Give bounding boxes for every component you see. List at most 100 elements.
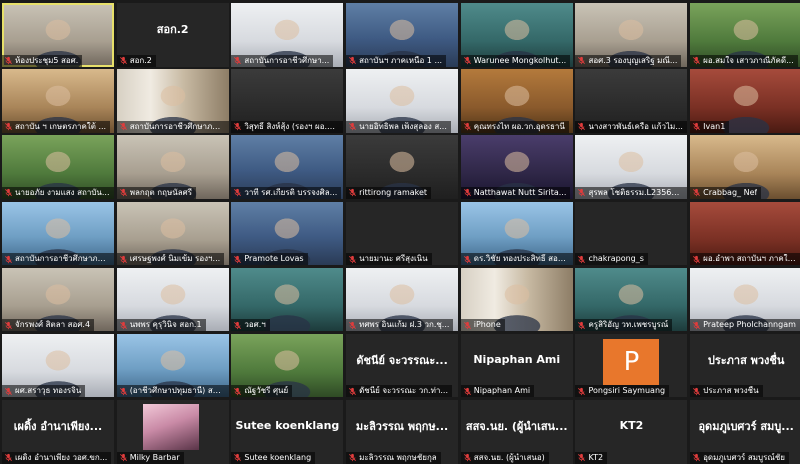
- participant-caption: (อาชีวศึกษาปทุมธานี) สอก.2: [116, 385, 229, 398]
- participant-name: เผดิ้ง อำนาเพียง วอศ.ขก...: [15, 452, 108, 462]
- participant-name: ผศ.สราวุธ ทองรจิน: [15, 386, 82, 396]
- participant-tile[interactable]: นางสาวพันธ์เครือ แก้วไม...: [575, 69, 688, 133]
- participant-tile[interactable]: สถาบันการอาชีวศึกษา...: [231, 3, 344, 67]
- participant-name-display: Nipaphan Ami: [473, 353, 561, 367]
- participant-name: Warunee Mongkolhut...: [473, 55, 567, 65]
- participant-caption: สถาบันการอาชีวศึกษา...: [231, 54, 334, 67]
- participant-caption: Crabbag_ Nef: [690, 186, 762, 199]
- participant-tile[interactable]: ประภาส พวงชื่น ประภาส พวงชื่น: [690, 333, 800, 398]
- participant-tile[interactable]: iPhone: [460, 267, 573, 332]
- participant-tile[interactable]: Sutee koenklang Sutee koenklang: [231, 400, 344, 464]
- participant-name-display: KT2: [619, 419, 644, 433]
- participant-tile[interactable]: Milky Barbar: [116, 400, 229, 464]
- participant-tile[interactable]: นายอิทธิพล เพ็งสุลอง ส...: [346, 69, 459, 133]
- participant-name: Milky Barbar: [129, 452, 180, 462]
- participant-tile[interactable]: KT2 KT2: [575, 400, 688, 464]
- participant-caption: Natthawat Nutt Sirita...: [460, 186, 571, 199]
- participant-caption: คุณทรงไท ผอ.วก.อุดรธานี: [460, 120, 569, 133]
- mic-muted-icon: [233, 255, 242, 264]
- participant-tile[interactable]: ห้องประชุม5 สอศ.: [2, 3, 114, 67]
- participant-tile[interactable]: นายอภัย งามแสง สถาบัน...: [2, 135, 114, 199]
- participant-tile[interactable]: สถาบันการอาชีวศึกษาภาค...: [116, 69, 229, 133]
- participant-tile[interactable]: พลกฤต กฤษนัลศรี: [116, 135, 229, 199]
- participant-tile[interactable]: เศรษฐพงศ์ นิ่มเข้ม รองฯ...: [116, 201, 229, 266]
- participant-tile[interactable]: ผศ.สราวุธ ทองรจิน: [2, 333, 114, 398]
- participant-name: ทศพร อินแก้ม ฝ.3 วก.ชุ...: [359, 320, 450, 330]
- participant-tile[interactable]: นพพร คุรุวินิจ สอก.1: [116, 267, 229, 332]
- participant-caption: นายอิทธิพล เพ็งสุลอง ส...: [346, 120, 451, 133]
- gallery-grid: ห้องประชุม5 สอศ. สอก.2 สอก.2 สถาบันการอาชีว…: [0, 0, 800, 464]
- participant-tile[interactable]: นายมานะ ศรีสุงเนิน: [346, 201, 459, 266]
- mic-muted-icon: [4, 56, 13, 65]
- participant-tile[interactable]: Crabbag_ Nef: [690, 135, 800, 199]
- mic-muted-icon: [348, 453, 357, 462]
- participant-tile[interactable]: ผอ.อำพา สถาบันฯ ภาคใต้ 3: [690, 201, 800, 266]
- participant-tile[interactable]: (อาชีวศึกษาปทุมธานี) สอก.2: [116, 333, 229, 398]
- mic-muted-icon: [233, 122, 242, 131]
- participant-caption: สถาบันฯ ภาคเหนือ 1 ...: [346, 54, 447, 67]
- participant-tile[interactable]: P Pongsiri Saymuang: [575, 333, 688, 398]
- participant-tile[interactable]: Warunee Mongkolhut...: [460, 3, 573, 67]
- participant-tile[interactable]: ณัฐวัชรี ศุนย์: [231, 333, 344, 398]
- participant-name: ดร.วิชัย ทองประสิทธิ์ สอศ.4: [473, 254, 569, 264]
- participant-caption: ผศ.สราวุธ ทองรจิน: [2, 385, 86, 398]
- participant-tile[interactable]: เผดิ้ง อำนาเพียง... เผดิ้ง อำนาเพียง วอศ.…: [2, 400, 114, 464]
- participant-name: นายอภัย งามแสง สถาบัน...: [15, 187, 110, 197]
- participant-tile[interactable]: วาที รศ.เกียรติ บรรจงศิล...: [231, 135, 344, 199]
- participant-caption: สสจ.นย. (ผู้นำเสนอ): [460, 451, 549, 464]
- participant-caption: KT2: [575, 451, 608, 464]
- mic-muted-icon: [348, 56, 357, 65]
- participant-name: ดัชนีย์ จะวรรณะ วก.ท่า...: [359, 386, 448, 396]
- participant-tile[interactable]: สถาบันการอาชีวศึกษาภาค...: [2, 201, 114, 266]
- mic-muted-icon: [577, 453, 586, 462]
- participant-tile[interactable]: สถาบันฯ ภาคเหนือ 1 ...: [346, 3, 459, 67]
- participant-tile[interactable]: วิสุทธิ์ สิงห์สุ้ง (รองฯ ผอ.สพ.): [231, 69, 344, 133]
- mic-muted-icon: [348, 321, 357, 330]
- participant-tile[interactable]: ผอ.สมใจ เสาวภาณีภัคดี...: [690, 3, 800, 67]
- participant-tile[interactable]: chakrapong_s: [575, 201, 688, 266]
- participant-tile[interactable]: สอก.2 สอก.2: [116, 3, 229, 67]
- participant-tile[interactable]: ดัชนีย์ จะวรรณะ... ดัชนีย์ จะวรรณะ วก.ท่า…: [346, 333, 459, 398]
- participant-tile[interactable]: สอศ.3 รองบุญเสริฐ มณี...: [575, 3, 688, 67]
- participant-caption: Milky Barbar: [116, 451, 184, 464]
- participant-tile[interactable]: ครูสิริอัญ วท.เพชรบูรณ์: [575, 267, 688, 332]
- participant-tile[interactable]: ดร.วิชัย ทองประสิทธิ์ สอศ.4: [460, 201, 573, 266]
- participant-caption: iPhone: [460, 319, 505, 332]
- participant-name: สถาบันฯ ภาคเหนือ 1 ...: [359, 55, 443, 65]
- participant-caption: Prateep Pholchanngam: [690, 319, 800, 332]
- participant-tile[interactable]: สถาบัน ฯ เกษตรภาคใต้ ...: [2, 69, 114, 133]
- participant-name: สถาบันการอาชีวศึกษาภาค...: [129, 121, 225, 131]
- participant-caption: วอศ.ฯ: [231, 319, 270, 332]
- participant-tile[interactable]: มะลิวรรณ พฤกษ... มะลิวรรณ พฤกษชัยกุล: [346, 400, 459, 464]
- participant-caption: สุรพล โชติธรรม.L23565...: [575, 186, 688, 199]
- participant-tile[interactable]: คุณทรงไท ผอ.วก.อุดรธานี: [460, 69, 573, 133]
- participant-tile[interactable]: Nipaphan Ami Nipaphan Ami: [460, 333, 573, 398]
- participant-caption: วาที รศ.เกียรติ บรรจงศิล...: [231, 186, 342, 199]
- participant-caption: มะลิวรรณ พฤกษชัยกุล: [346, 451, 441, 464]
- participant-name-display: มะลิวรรณ พฤกษ...: [355, 419, 449, 433]
- mic-muted-icon: [463, 453, 472, 462]
- participant-caption: เผดิ้ง อำนาเพียง วอศ.ขก...: [2, 451, 112, 464]
- participant-tile[interactable]: Ivan1: [690, 69, 800, 133]
- participant-tile[interactable]: rittirong ramaket: [346, 135, 459, 199]
- participant-tile[interactable]: จักรพงศ์ สิตลา สอศ.4: [2, 267, 114, 332]
- participant-tile[interactable]: วอศ.ฯ: [231, 267, 344, 332]
- participant-tile[interactable]: Pramote Lovas: [231, 201, 344, 266]
- mic-muted-icon: [692, 321, 701, 330]
- mic-muted-icon: [692, 122, 701, 131]
- participant-caption: ณัฐวัชรี ศุนย์: [231, 385, 293, 398]
- participant-name: ห้องประชุม5 สอศ.: [15, 55, 79, 65]
- participant-tile[interactable]: Natthawat Nutt Sirita...: [460, 135, 573, 199]
- participant-caption: ดัชนีย์ จะวรรณะ วก.ท่า...: [346, 385, 452, 398]
- participant-tile[interactable]: ทศพร อินแก้ม ฝ.3 วก.ชุ...: [346, 267, 459, 332]
- participant-tile[interactable]: สสจ.นย. (ผู้นำเสน... สสจ.นย. (ผู้นำเสนอ): [460, 400, 573, 464]
- participant-name: Sutee koenklang: [244, 452, 312, 462]
- participant-caption: นางสาวพันธ์เครือ แก้วไม...: [575, 120, 687, 133]
- participant-caption: Sutee koenklang: [231, 451, 316, 464]
- participant-tile[interactable]: อุดมภูเบศวร์ สมบู... อุดมภูเบศวร์ สมบูรณ์…: [690, 400, 800, 464]
- mic-muted-icon: [119, 188, 128, 197]
- mic-muted-icon: [4, 122, 13, 131]
- mic-muted-icon: [463, 56, 472, 65]
- participant-tile[interactable]: Prateep Pholchanngam: [690, 267, 800, 332]
- participant-tile[interactable]: สุรพล โชติธรรม.L23565...: [575, 135, 688, 199]
